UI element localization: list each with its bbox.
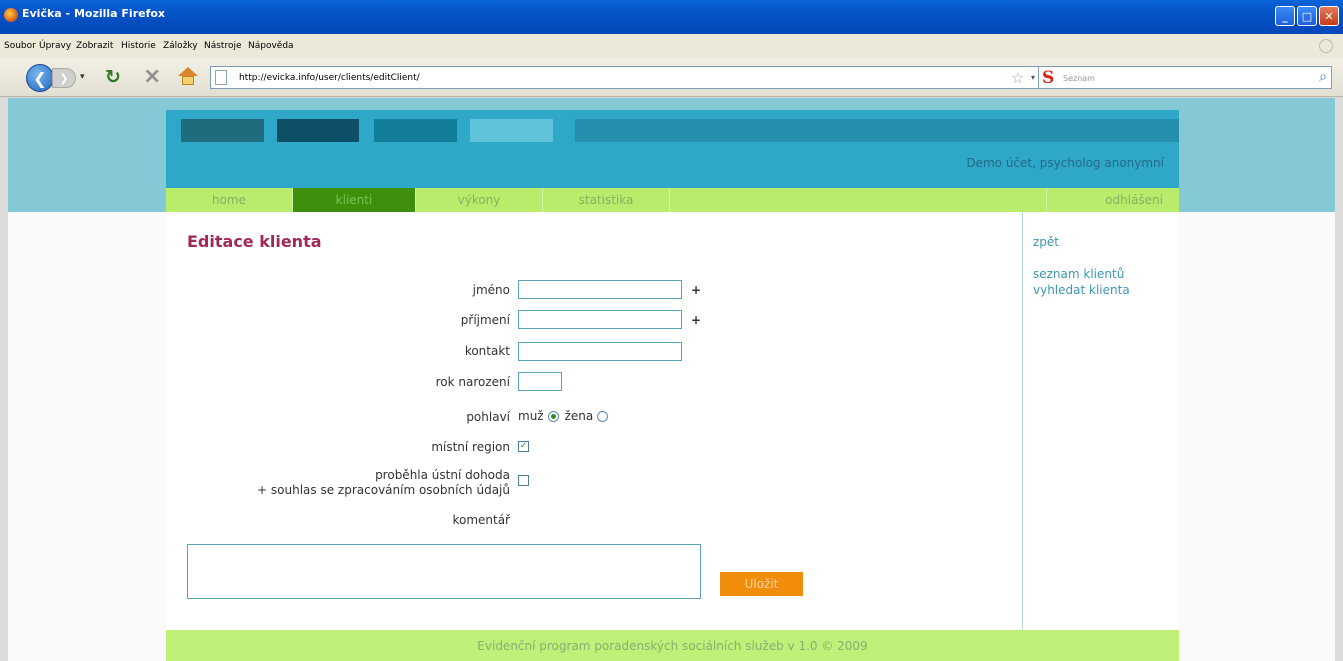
agreement-label-line2: + souhlas se zpracováním osobních údajů: [257, 483, 510, 497]
gender-label: pohlaví: [466, 410, 510, 424]
comment-label: komentář: [452, 513, 510, 527]
menu-help[interactable]: Nápověda: [248, 41, 294, 51]
agreement-checkbox[interactable]: [518, 475, 529, 486]
first-name-input[interactable]: [518, 280, 682, 299]
contact-input[interactable]: [518, 342, 682, 361]
edit-client-form: Editace klienta jméno + příjmení + konta…: [166, 212, 1022, 630]
local-region-label: místní region: [431, 440, 510, 454]
back-link[interactable]: zpět: [1033, 235, 1059, 249]
client-list-link[interactable]: seznam klientů: [1033, 267, 1124, 281]
minimize-button[interactable]: _: [1275, 6, 1295, 26]
page-icon: [215, 70, 227, 85]
throbber-icon: [1319, 39, 1333, 53]
menu-file[interactable]: Soubor: [4, 41, 36, 51]
firefox-icon: [4, 8, 18, 22]
contact-label: kontakt: [464, 344, 510, 358]
window-titlebar: Evička - Mozilla Firefox _ □ ✕: [0, 0, 1343, 34]
header-block-5: [575, 119, 1179, 142]
menu-bar: Soubor Úpravy Zobrazit Historie Záložky …: [0, 34, 1343, 58]
gender-male-radio[interactable]: [547, 410, 559, 422]
reload-icon[interactable]: ↻: [105, 66, 121, 88]
nav-services[interactable]: výkony: [416, 188, 542, 212]
find-client-link[interactable]: vyhledat klienta: [1033, 283, 1130, 297]
user-account-label: Demo účet, psycholog anonymní: [966, 156, 1164, 170]
first-name-label: jméno: [472, 283, 510, 297]
nav-statistics[interactable]: statistika: [543, 188, 669, 212]
menu-history[interactable]: Historie: [121, 41, 156, 51]
header-block-1: [181, 119, 264, 142]
navigation-toolbar: ❮ ❯ ▾ ↻ × http://evicka.info/user/client…: [0, 58, 1343, 97]
close-window-button[interactable]: ✕: [1319, 6, 1339, 26]
menu-tools[interactable]: Nástroje: [204, 41, 242, 51]
url-dropdown-icon[interactable]: ▾: [1031, 73, 1035, 82]
birth-year-label: rok narození: [435, 375, 510, 389]
back-button[interactable]: ❮: [26, 64, 54, 92]
birth-year-input[interactable]: [518, 372, 562, 391]
local-region-checkbox[interactable]: ✓: [518, 441, 529, 452]
last-name-label: příjmení: [460, 313, 510, 327]
search-placeholder[interactable]: Seznam: [1063, 74, 1095, 83]
main-navigation: home klienti výkony statistika odhlášení: [166, 188, 1179, 212]
required-marker: +: [691, 283, 702, 297]
search-box[interactable]: S Seznam ⌕: [1038, 66, 1332, 89]
header-block-2: [277, 119, 359, 142]
nav-home[interactable]: home: [166, 188, 292, 212]
site-header: Demo účet, psycholog anonymní: [166, 110, 1179, 188]
agreement-label-line1: proběhla ústní dohoda: [375, 468, 510, 482]
gender-female-radio[interactable]: [597, 410, 609, 422]
gender-female-label: žena: [564, 409, 594, 423]
window-title: Evička - Mozilla Firefox: [22, 7, 166, 20]
gender-options: muž žena: [518, 409, 614, 423]
header-block-3: [374, 119, 457, 142]
maximize-button[interactable]: □: [1297, 6, 1317, 26]
nav-logout[interactable]: odhlášení: [1047, 188, 1179, 212]
search-engine-icon[interactable]: S: [1042, 68, 1054, 88]
bookmark-star-icon[interactable]: ☆: [1011, 69, 1024, 87]
forward-button[interactable]: ❯: [52, 68, 76, 88]
nav-divider: [669, 188, 670, 212]
save-button[interactable]: Uložit: [720, 572, 803, 596]
page-title: Editace klienta: [187, 232, 322, 251]
home-icon[interactable]: [178, 67, 198, 85]
nav-clients[interactable]: klienti: [293, 188, 415, 212]
menu-view[interactable]: Zobrazit: [76, 41, 113, 51]
address-url[interactable]: http://evicka.info/user/clients/editClie…: [239, 73, 420, 83]
gender-male-label: muž: [518, 409, 544, 423]
stop-icon[interactable]: ×: [143, 64, 161, 89]
history-dropdown-icon[interactable]: ▾: [80, 72, 85, 82]
sidebar: zpět seznam klientů vyhledat klienta: [1022, 212, 1179, 630]
header-block-4: [470, 119, 553, 142]
menu-edit[interactable]: Úpravy: [39, 41, 71, 51]
menu-bookmarks[interactable]: Záložky: [163, 41, 198, 51]
search-go-icon[interactable]: ⌕: [1319, 69, 1327, 85]
required-marker: +: [691, 313, 702, 327]
comment-textarea[interactable]: [187, 544, 701, 599]
last-name-input[interactable]: [518, 310, 682, 329]
site-footer: Evidenční program poradenských sociálníc…: [166, 630, 1179, 661]
page-viewport: Demo účet, psycholog anonymní home klien…: [0, 98, 1343, 661]
